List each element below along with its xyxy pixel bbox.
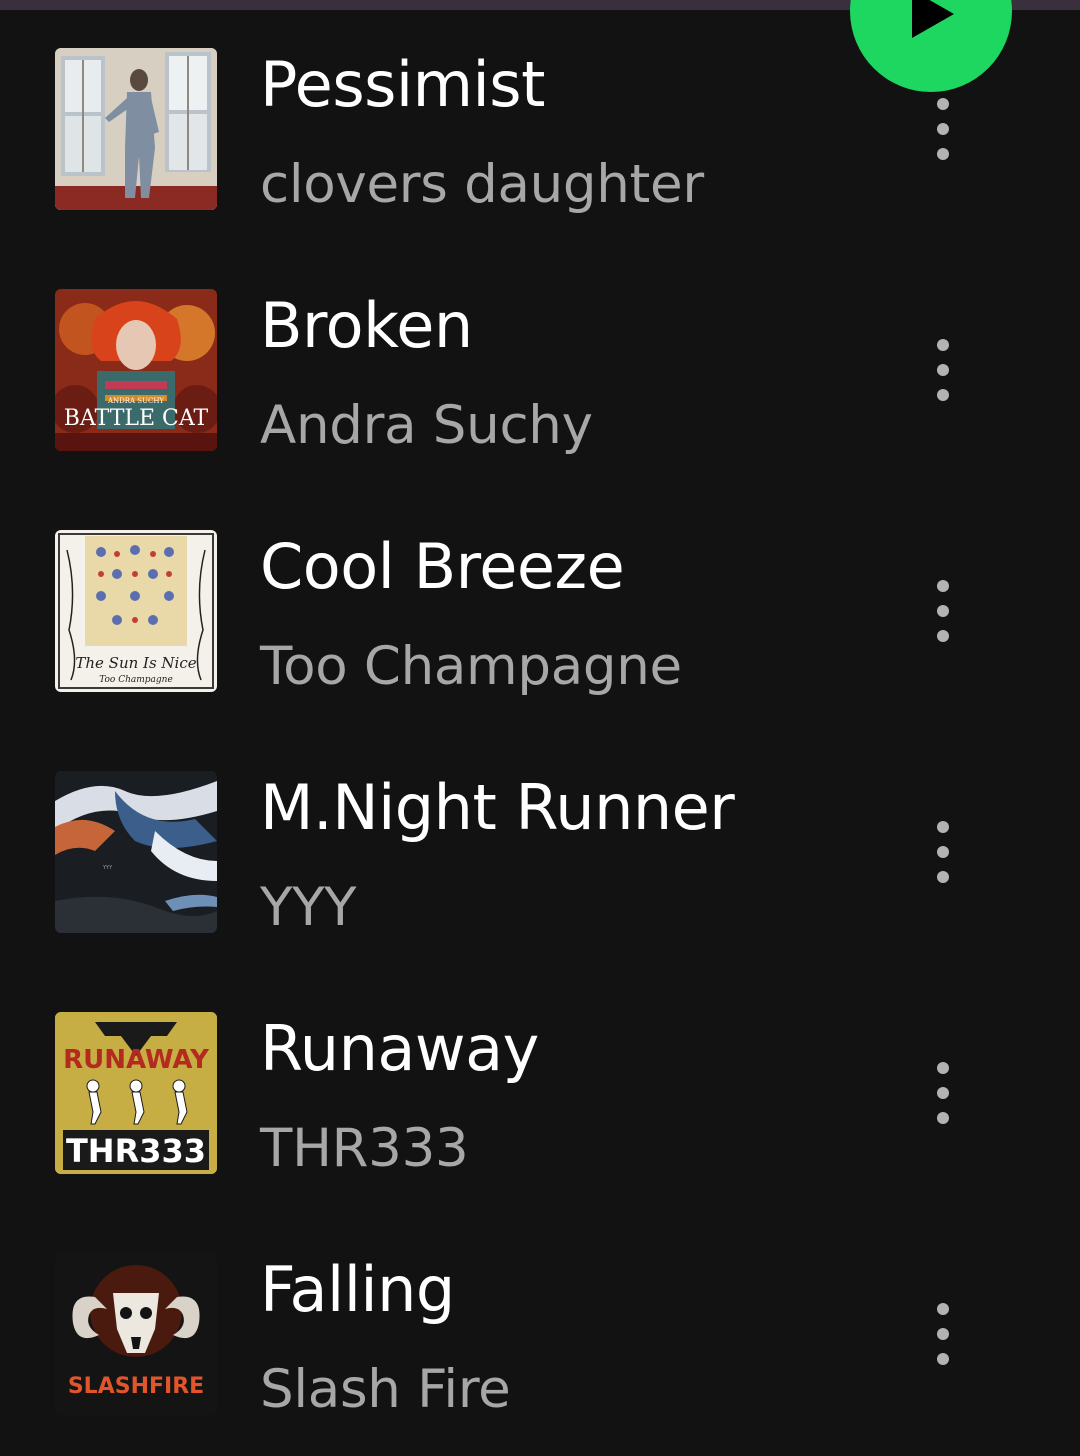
album-art-ram-skull: SLASHFIRE xyxy=(55,1253,217,1415)
album-art: SLASHFIRE xyxy=(55,1253,217,1415)
track-row[interactable]: RUNAWAY THR333 Runaway THR333 xyxy=(0,964,1080,1205)
track-title[interactable]: Falling xyxy=(260,1253,455,1327)
album-art: ANDRA SUCHY BATTLE CAT xyxy=(55,289,217,451)
play-icon xyxy=(912,0,954,38)
track-row[interactable]: SLASHFIRE Falling Slash Fire xyxy=(0,1205,1080,1446)
kebab-dot-icon xyxy=(937,580,949,592)
track-title[interactable]: Pessimist xyxy=(260,48,545,122)
album-art-floral-tapestry: The Sun Is Nice Too Champagne xyxy=(55,530,217,692)
album-art: YYY xyxy=(55,771,217,933)
kebab-dot-icon xyxy=(937,364,949,376)
kebab-dot-icon xyxy=(937,846,949,858)
svg-text:ANDRA SUCHY: ANDRA SUCHY xyxy=(107,397,164,405)
album-art-abstract-streaks: YYY xyxy=(55,771,217,933)
track-title[interactable]: Broken xyxy=(260,289,473,363)
svg-text:Too Champagne: Too Champagne xyxy=(99,675,173,685)
svg-text:SLASHFIRE: SLASHFIRE xyxy=(68,1374,204,1399)
kebab-dot-icon xyxy=(937,871,949,883)
album-art-battle-cat: ANDRA SUCHY BATTLE CAT xyxy=(55,289,217,451)
kebab-dot-icon xyxy=(937,1112,949,1124)
track-title[interactable]: Runaway xyxy=(260,1012,539,1086)
kebab-dot-icon xyxy=(937,389,949,401)
more-options-button[interactable] xyxy=(918,807,968,897)
track-artist[interactable]: Too Champagne xyxy=(260,634,682,700)
svg-text:YYY: YYY xyxy=(102,865,113,871)
album-art-runaway: RUNAWAY THR333 xyxy=(55,1012,217,1174)
kebab-dot-icon xyxy=(937,821,949,833)
track-title[interactable]: M.Night Runner xyxy=(260,771,735,845)
kebab-dot-icon xyxy=(937,605,949,617)
kebab-dot-icon xyxy=(937,1303,949,1315)
svg-text:BATTLE CAT: BATTLE CAT xyxy=(64,406,209,431)
kebab-dot-icon xyxy=(937,148,949,160)
svg-text:The Sun Is Nice: The Sun Is Nice xyxy=(75,654,196,672)
track-row[interactable]: YYY M.Night Runner YYY xyxy=(0,723,1080,964)
svg-text:RUNAWAY: RUNAWAY xyxy=(63,1045,210,1075)
kebab-dot-icon xyxy=(937,1062,949,1074)
track-artist[interactable]: Andra Suchy xyxy=(260,393,593,459)
kebab-dot-icon xyxy=(937,339,949,351)
more-options-button[interactable] xyxy=(918,325,968,415)
kebab-dot-icon xyxy=(937,630,949,642)
album-art: RUNAWAY THR333 xyxy=(55,1012,217,1174)
kebab-dot-icon xyxy=(937,1087,949,1099)
track-artist[interactable]: THR333 xyxy=(260,1116,469,1182)
track-artist[interactable]: YYY xyxy=(260,875,357,941)
album-art-figure-by-window xyxy=(55,48,217,210)
more-options-button[interactable] xyxy=(918,1289,968,1379)
svg-text:THR333: THR333 xyxy=(66,1132,206,1170)
kebab-dot-icon xyxy=(937,1328,949,1340)
kebab-dot-icon xyxy=(937,1353,949,1365)
track-artist[interactable]: Slash Fire xyxy=(260,1357,511,1423)
track-row[interactable]: The Sun Is Nice Too Champagne Cool Breez… xyxy=(0,482,1080,723)
more-options-button[interactable] xyxy=(918,84,968,174)
album-art: The Sun Is Nice Too Champagne xyxy=(55,530,217,692)
more-options-button[interactable] xyxy=(918,1048,968,1138)
track-artist[interactable]: clovers daughter xyxy=(260,152,704,218)
track-list: Pessimist clovers daughter ANDRA SUCHY B… xyxy=(0,0,1080,1456)
track-title[interactable]: Cool Breeze xyxy=(260,530,625,604)
more-options-button[interactable] xyxy=(918,566,968,656)
kebab-dot-icon xyxy=(937,98,949,110)
track-row[interactable]: ANDRA SUCHY BATTLE CAT Broken Andra Such… xyxy=(0,241,1080,482)
album-art xyxy=(55,48,217,210)
kebab-dot-icon xyxy=(937,123,949,135)
